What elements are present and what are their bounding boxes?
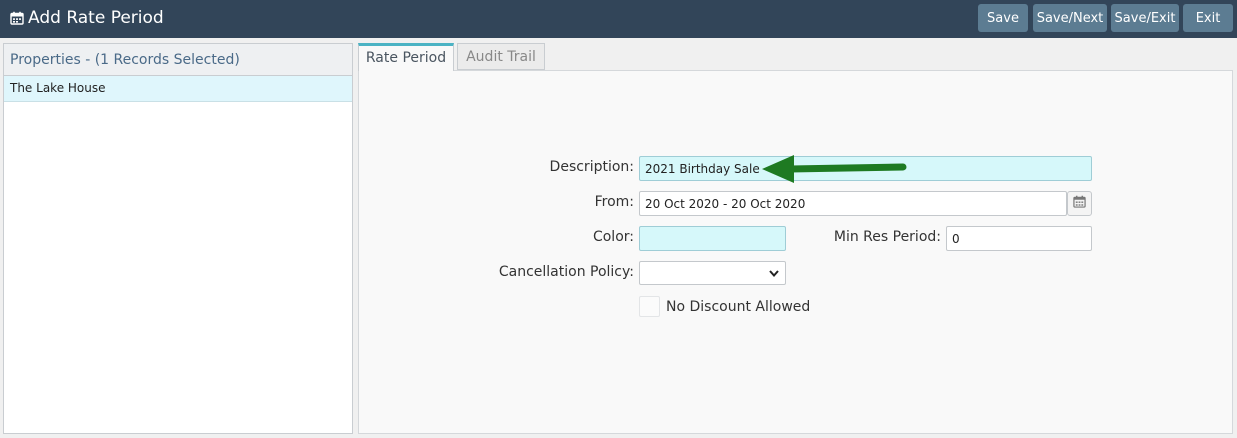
min-res-period-label: Min Res Period: [833,229,941,245]
from-label: From: [594,194,634,210]
exit-button[interactable]: Exit [1183,4,1233,32]
cancellation-policy-label: Cancellation Policy: [498,264,634,280]
description-label: Description: [549,159,634,175]
calendar-icon [10,11,24,25]
save-exit-button[interactable]: Save/Exit [1111,4,1179,32]
page-title-text: Add Rate Period [28,8,164,28]
no-discount-label: No Discount Allowed [666,299,811,315]
page-title: Add Rate Period [10,8,164,28]
save-button[interactable]: Save [978,4,1028,32]
arrow-left-annotation [762,155,907,183]
color-field[interactable] [639,226,786,251]
no-discount-checkbox[interactable] [639,296,660,317]
color-label: Color: [592,229,634,245]
rate-period-panel [358,70,1233,434]
min-res-period-field[interactable] [946,226,1092,251]
tab-audit-trail[interactable]: Audit Trail [457,43,545,70]
properties-panel-header: Properties - (1 Records Selected) [4,44,352,76]
properties-panel: Properties - (1 Records Selected) The La… [3,43,353,434]
chevron-down-icon [769,270,779,277]
cancellation-policy-select[interactable] [639,261,786,285]
tab-rate-period[interactable]: Rate Period [358,43,454,71]
save-next-button[interactable]: Save/Next [1033,4,1107,32]
date-picker-button[interactable] [1067,191,1092,216]
list-item[interactable]: The Lake House [4,76,352,102]
top-bar: Add Rate Period Save Save/Next Save/Exit… [0,0,1237,38]
calendar-icon [1073,195,1086,213]
from-date-range-field[interactable] [639,191,1067,216]
